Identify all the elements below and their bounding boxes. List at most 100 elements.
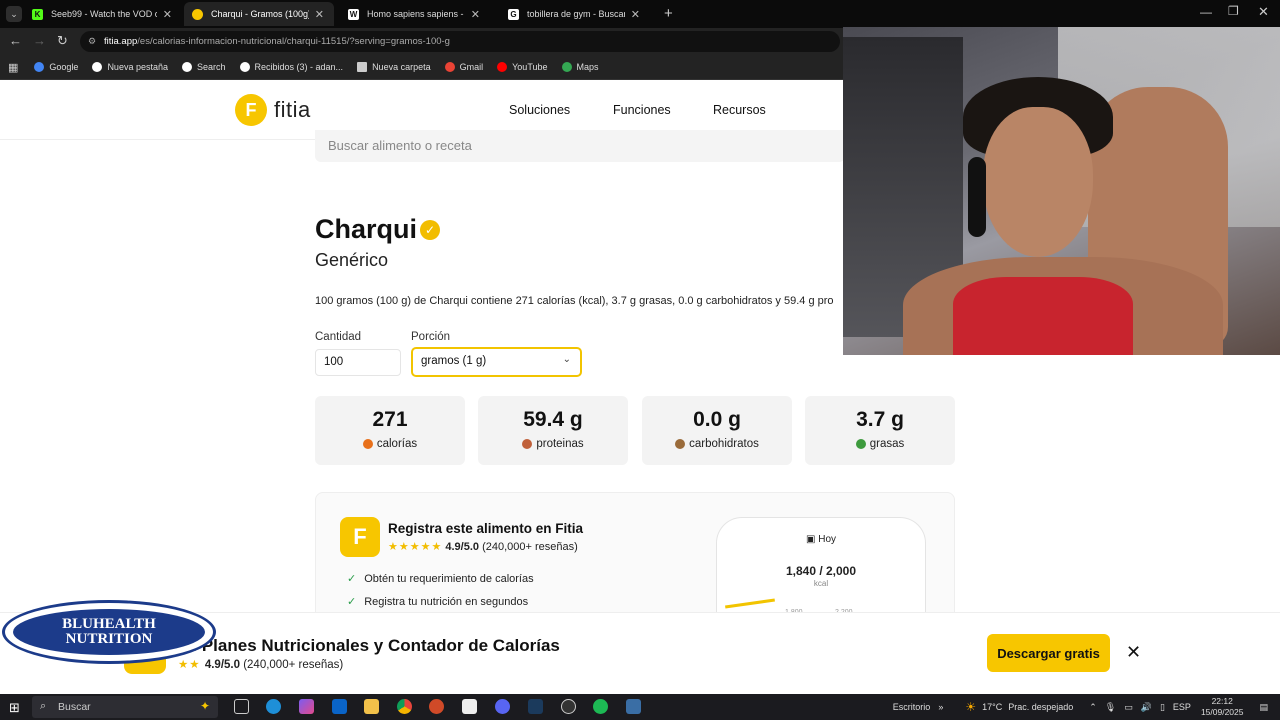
windows-taskbar: ⊞ ⌕ Buscar ✦ Escritorio » ☀ 17°C Prac. d… [0,694,1280,720]
chrome-icon[interactable] [397,699,412,714]
apps-grid-icon[interactable]: ▦ [8,61,18,74]
clock[interactable]: 22:12 15/09/2025 [1201,696,1244,718]
powerpoint-icon[interactable] [429,699,444,714]
nav-funciones[interactable]: Funciones [613,103,671,117]
browser-tab[interactable]: Gtobillera de gym - Buscar con G ✕ [500,2,650,26]
bookmark-item[interactable]: Gmail [444,62,483,72]
food-description: 100 gramos (100 g) de Charqui contiene 2… [315,295,834,307]
url-field[interactable]: ⚙ fitia.app/es/calorias-informacion-nutr… [80,31,840,52]
network-icon[interactable]: ▭ [1124,702,1133,713]
nav-recursos[interactable]: Recursos [713,103,766,117]
macro-card: 59.4 g proteinas [478,396,628,465]
promo-feature-2: ✓ Registra tu nutrición en segundos [347,595,528,608]
bluehealth-line2: NUTRITION [65,631,153,647]
microphone-icon[interactable]: 🎙 [1105,702,1116,713]
bookmark-icon [34,62,45,72]
phone-progress-arc [725,598,775,609]
close-window-button[interactable]: ✕ [1258,4,1269,20]
tab-title: tobillera de gym - Buscar con G [527,9,625,19]
volume-icon[interactable]: 🔊 [1141,702,1152,713]
spotify-icon[interactable] [593,699,608,714]
task-view-icon[interactable] [234,699,249,714]
windows-start-icon[interactable]: ⊞ [9,700,20,716]
banner-reviews: (240,000+ reseñas) [243,659,344,671]
bookmark-item[interactable]: Maps [561,62,599,72]
reload-icon[interactable]: ↻ [57,33,68,49]
back-icon[interactable]: ← [9,33,22,48]
bookmark-icon [239,62,250,72]
promo-reviews: (240,000+ reseñas) [482,541,578,553]
macro-value: 0.0 g [693,408,741,431]
star-rating-icon: ★★ [178,659,205,671]
bookmark-item[interactable]: Nueva carpeta [357,62,431,72]
check-icon: ✓ [347,573,357,585]
language-indicator[interactable]: ESP [1173,702,1191,712]
steam-icon[interactable] [528,699,543,714]
tab-close-icon[interactable]: ✕ [163,8,172,21]
desktop-label[interactable]: Escritorio [893,702,931,712]
minimize-button[interactable]: — [1200,5,1212,19]
browser-tab[interactable]: K Seeb99 - Watch the VOD on Ki ✕ [24,2,182,26]
restore-button[interactable]: ❐ [1228,4,1239,18]
calculator-icon[interactable] [626,699,641,714]
promo-title: Registra este alimento en Fitia [388,521,584,536]
clock-time: 22:12 [1211,696,1233,706]
battery-icon[interactable]: ▯ [1160,702,1165,713]
banner-title: a: Planes Nutricionales y Contador de Ca… [182,636,560,655]
bookmark-item[interactable]: Nueva pestaña [92,62,168,72]
browser-tab[interactable]: Charqui - Gramos (100g) - Calc ✕ [184,2,334,26]
tab-list-chevron-icon[interactable]: ⌄ [6,6,22,22]
bookmark-item[interactable]: Search [181,62,226,72]
download-button[interactable]: Descargar gratis [987,634,1110,672]
fitia-logo-text: fitia [274,97,311,122]
edge-icon[interactable] [266,699,281,714]
macro-label: grasas [869,438,905,450]
bookmark-item[interactable]: Google [34,62,78,72]
webcam-overlay [843,27,1280,355]
tab-close-icon[interactable]: ✕ [471,8,480,21]
copilot-icon[interactable] [299,699,314,714]
fitia-logo[interactable]: F fitia [235,94,311,126]
tab-close-icon[interactable]: ✕ [315,8,324,21]
document-icon[interactable] [462,699,477,714]
food-title: Charqui [315,214,418,244]
promo-feature-1: ✓ Obtén tu requerimiento de calorías [347,572,534,585]
tab-favicon-icon [192,8,203,20]
portion-selected-value: gramos (1 g) [421,355,487,367]
obs-icon[interactable] [561,699,576,714]
bookmark-label: YouTube [512,62,548,72]
tab-close-icon[interactable]: ✕ [631,8,640,21]
nav-soluciones[interactable]: Soluciones [509,103,570,117]
portion-label: Porción [411,331,450,343]
portion-select[interactable]: gramos (1 g) ⌄ [411,347,582,377]
promo-feature-text: Obtén tu requerimiento de calorías [364,573,534,585]
webcam-person-face [983,107,1093,257]
outlook-icon[interactable] [332,699,347,714]
bookmark-item[interactable]: YouTube [497,62,548,72]
taskbar-search[interactable]: ⌕ Buscar ✦ [32,696,218,718]
close-icon[interactable]: ✕ [1126,642,1141,663]
tab-title: Homo sapiens sapiens - Wikipe [367,9,465,19]
bookmark-item[interactable]: Recibidos (3) - adan... [239,62,343,72]
discord-icon[interactable] [495,699,510,714]
bookmark-icon [357,62,368,72]
browser-tab[interactable]: W Homo sapiens sapiens - Wikipe ✕ [340,2,490,26]
macro-card: 3.7 g grasas [805,396,955,465]
quantity-input[interactable]: 100 [315,349,401,376]
notifications-icon[interactable]: ▤ [1259,702,1268,713]
forward-icon[interactable]: → [33,33,46,48]
new-tab-button[interactable]: + [664,5,673,22]
food-search-input[interactable]: Buscar alimento o receta [315,130,845,162]
chevrons-icon[interactable]: » [938,702,943,712]
macro-icon [675,439,686,449]
bookmark-label: Maps [576,62,599,72]
site-info-icon[interactable]: ⚙ [88,36,96,47]
bluehealth-logo: BLUHEALTH NUTRITION [2,600,216,664]
file-explorer-icon[interactable] [364,699,379,714]
phone-today-label: Hoy [818,534,837,545]
phone-mockup: ▣ Hoy 1,840 / 2,000 kcal 1,800 2,200 [716,517,926,627]
url-host: fitia.app [104,36,138,47]
calendar-icon: ▣ [805,534,819,545]
tray-chevron-up-icon[interactable]: ⌃ [1089,702,1097,713]
tab-favicon-icon: W [348,8,359,20]
